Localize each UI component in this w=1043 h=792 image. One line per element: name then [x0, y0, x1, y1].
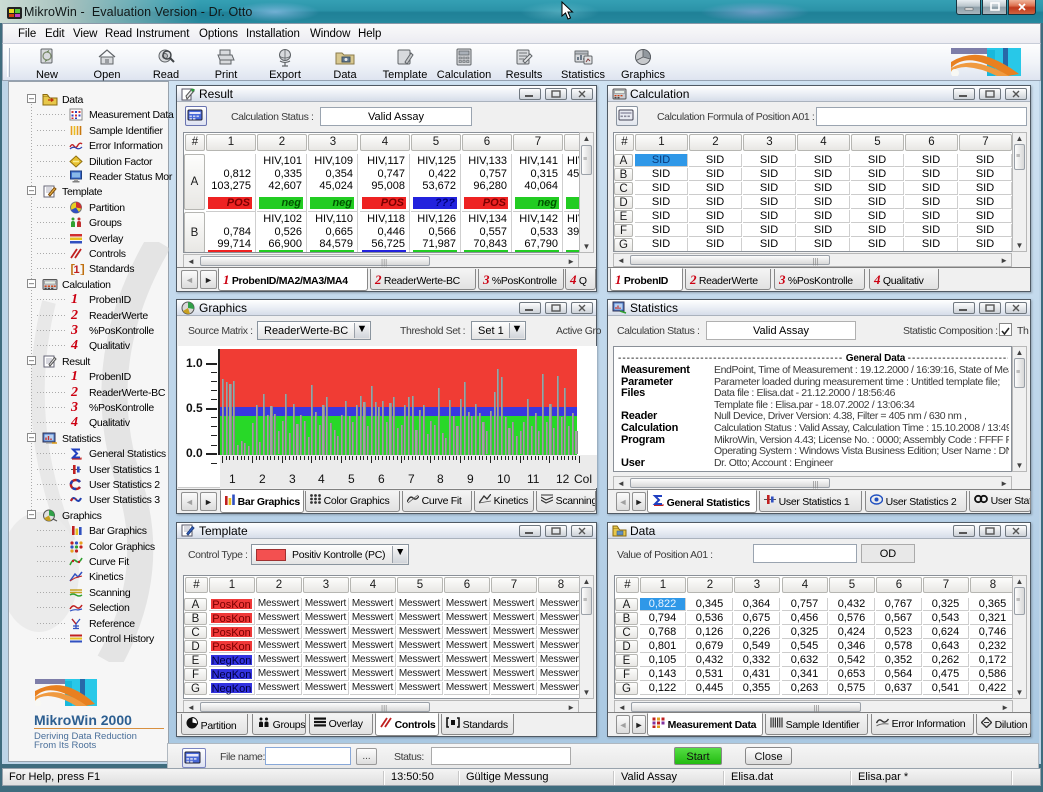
svg-text:]: ]	[79, 263, 85, 275]
